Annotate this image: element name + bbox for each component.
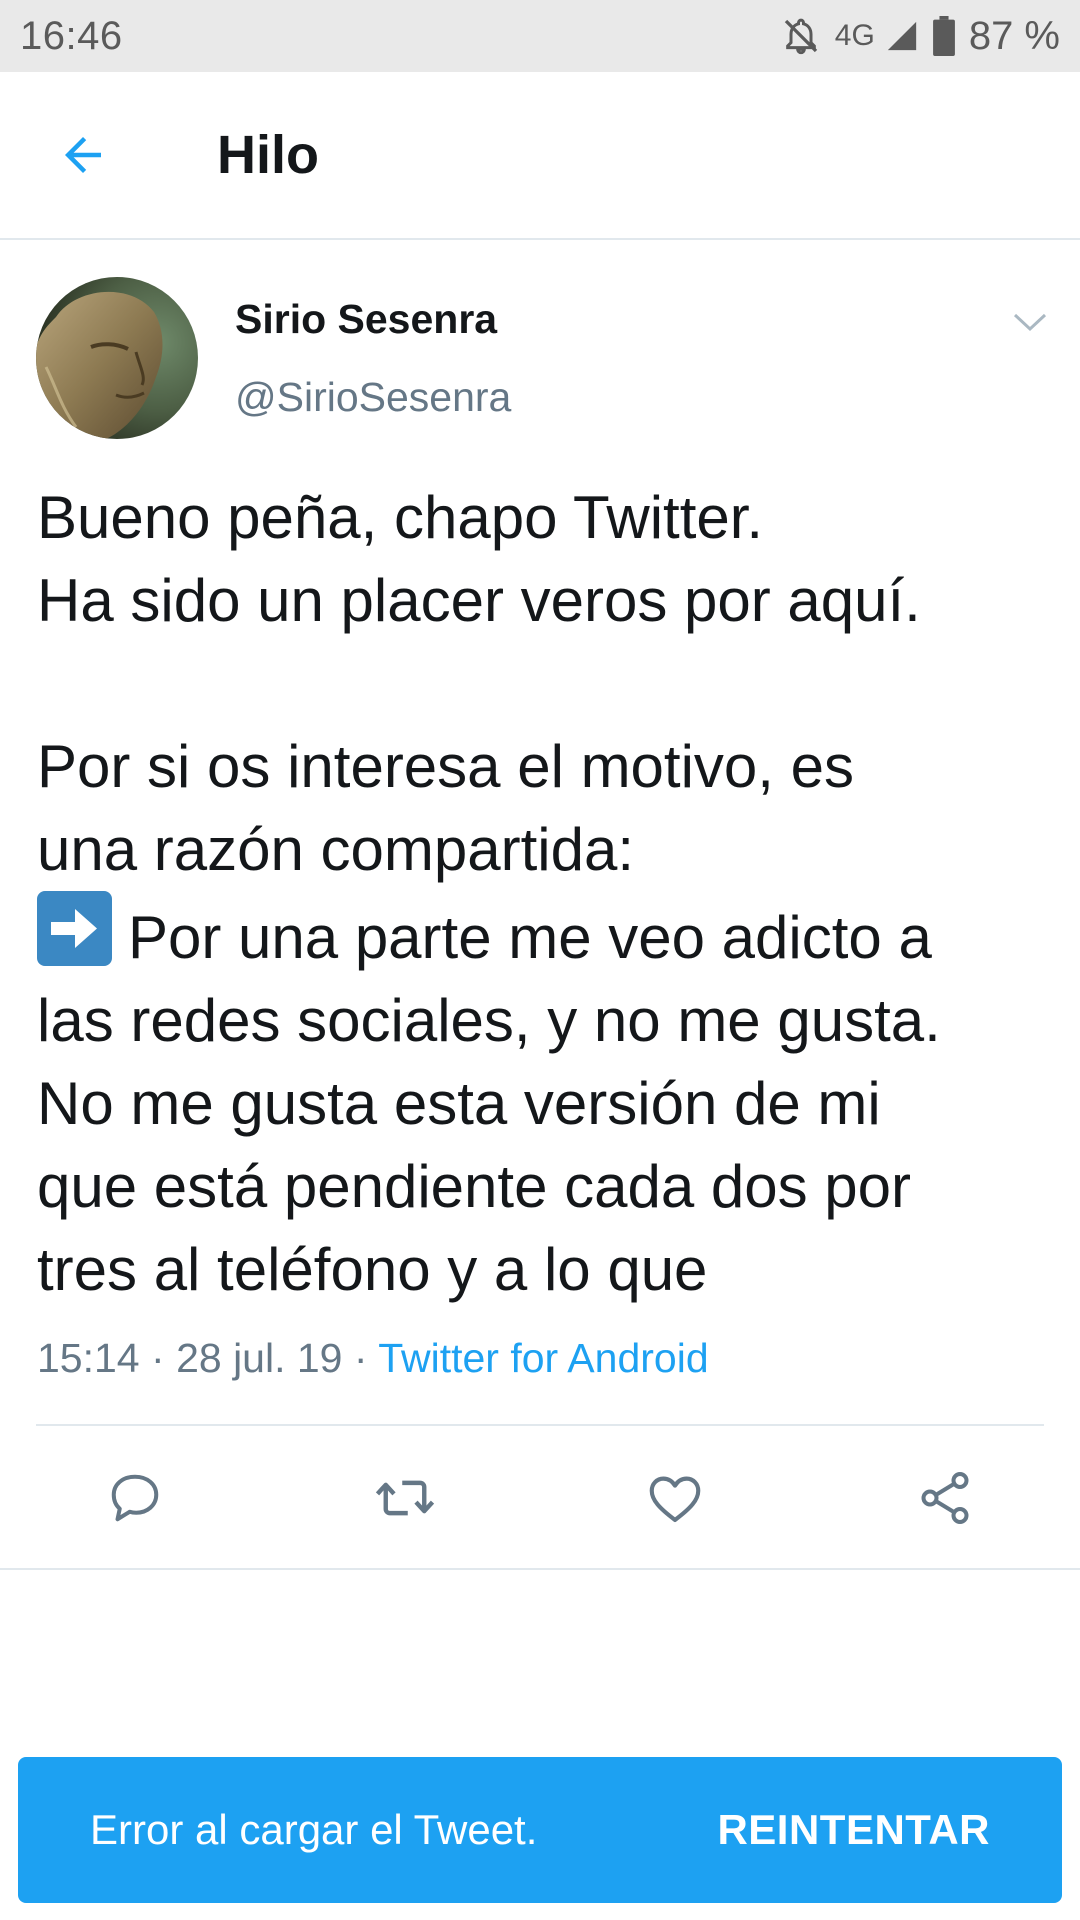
reply-button[interactable] bbox=[99, 1462, 171, 1534]
retry-button[interactable]: REINTENTAR bbox=[717, 1806, 990, 1854]
page-title: Hilo bbox=[217, 125, 319, 185]
author-name[interactable]: Sirio Sesenra bbox=[235, 296, 497, 343]
share-button[interactable] bbox=[909, 1462, 981, 1534]
status-indicators: 4G 87 % bbox=[781, 14, 1060, 59]
retweet-icon bbox=[375, 1480, 435, 1516]
tweet-actions bbox=[0, 1426, 1080, 1568]
tweet-text: Bueno peña, chapo Twitter. Ha sido un pl… bbox=[37, 476, 1047, 1311]
like-button[interactable] bbox=[639, 1462, 711, 1534]
chevron-down-icon bbox=[1013, 313, 1047, 332]
tweet-source-link[interactable]: Twitter for Android bbox=[378, 1335, 708, 1381]
tweet-line: una razón compartida: bbox=[37, 816, 635, 883]
tweet-line: Por si os interesa el motivo, es bbox=[37, 733, 855, 800]
reply-icon bbox=[111, 1474, 159, 1522]
meta-separator: · bbox=[151, 1335, 165, 1381]
tweet-time: 15:14 bbox=[37, 1335, 140, 1381]
meta-separator: · bbox=[353, 1335, 368, 1381]
tweet-line bbox=[37, 642, 1047, 725]
divider bbox=[0, 1568, 1080, 1570]
tweet-meta: 15:14 · 28 jul. 19 · Twitter for Android bbox=[37, 1335, 709, 1382]
tweet-line-text: Por una parte me veo adicto a bbox=[128, 904, 932, 971]
status-time: 16:46 bbox=[20, 13, 123, 58]
tweet-line: No me gusta esta versión de mi bbox=[37, 1070, 881, 1137]
author-handle[interactable]: @SirioSesenra bbox=[235, 374, 511, 421]
more-options-button[interactable] bbox=[1010, 302, 1050, 342]
network-type: 4G bbox=[834, 19, 875, 52]
snackbar-message: Error al cargar el Tweet. bbox=[90, 1806, 538, 1853]
tweet-line: Por una parte me veo adicto a bbox=[37, 891, 1047, 979]
right-arrow-emoji bbox=[37, 891, 112, 966]
tweet-line: Ha sido un placer veros por aquí. bbox=[37, 567, 921, 634]
arrow-left-icon bbox=[65, 137, 101, 173]
battery-percent: 87 % bbox=[968, 13, 1060, 58]
share-icon bbox=[921, 1472, 969, 1524]
retweet-button[interactable] bbox=[369, 1462, 441, 1534]
tweet-date: 28 jul. 19 bbox=[176, 1335, 343, 1381]
tweet-line: que está pendiente cada dos por bbox=[37, 1153, 912, 1220]
signal-icon bbox=[885, 19, 919, 53]
tweet-line: tres al teléfono y a lo que bbox=[37, 1236, 708, 1303]
app-header: Hilo bbox=[0, 72, 1080, 240]
error-snackbar: Error al cargar el Tweet. REINTENTAR bbox=[18, 1757, 1062, 1903]
tweet-line: Bueno peña, chapo Twitter. bbox=[37, 484, 764, 551]
like-icon bbox=[649, 1476, 701, 1523]
avatar[interactable] bbox=[36, 277, 198, 439]
back-button[interactable] bbox=[48, 120, 118, 190]
status-bar: 16:46 4G 87 % bbox=[0, 0, 1080, 72]
battery-icon bbox=[932, 16, 955, 56]
tweet-line: las redes sociales, y no me gusta. bbox=[37, 987, 941, 1054]
notifications-off-icon bbox=[781, 16, 821, 56]
